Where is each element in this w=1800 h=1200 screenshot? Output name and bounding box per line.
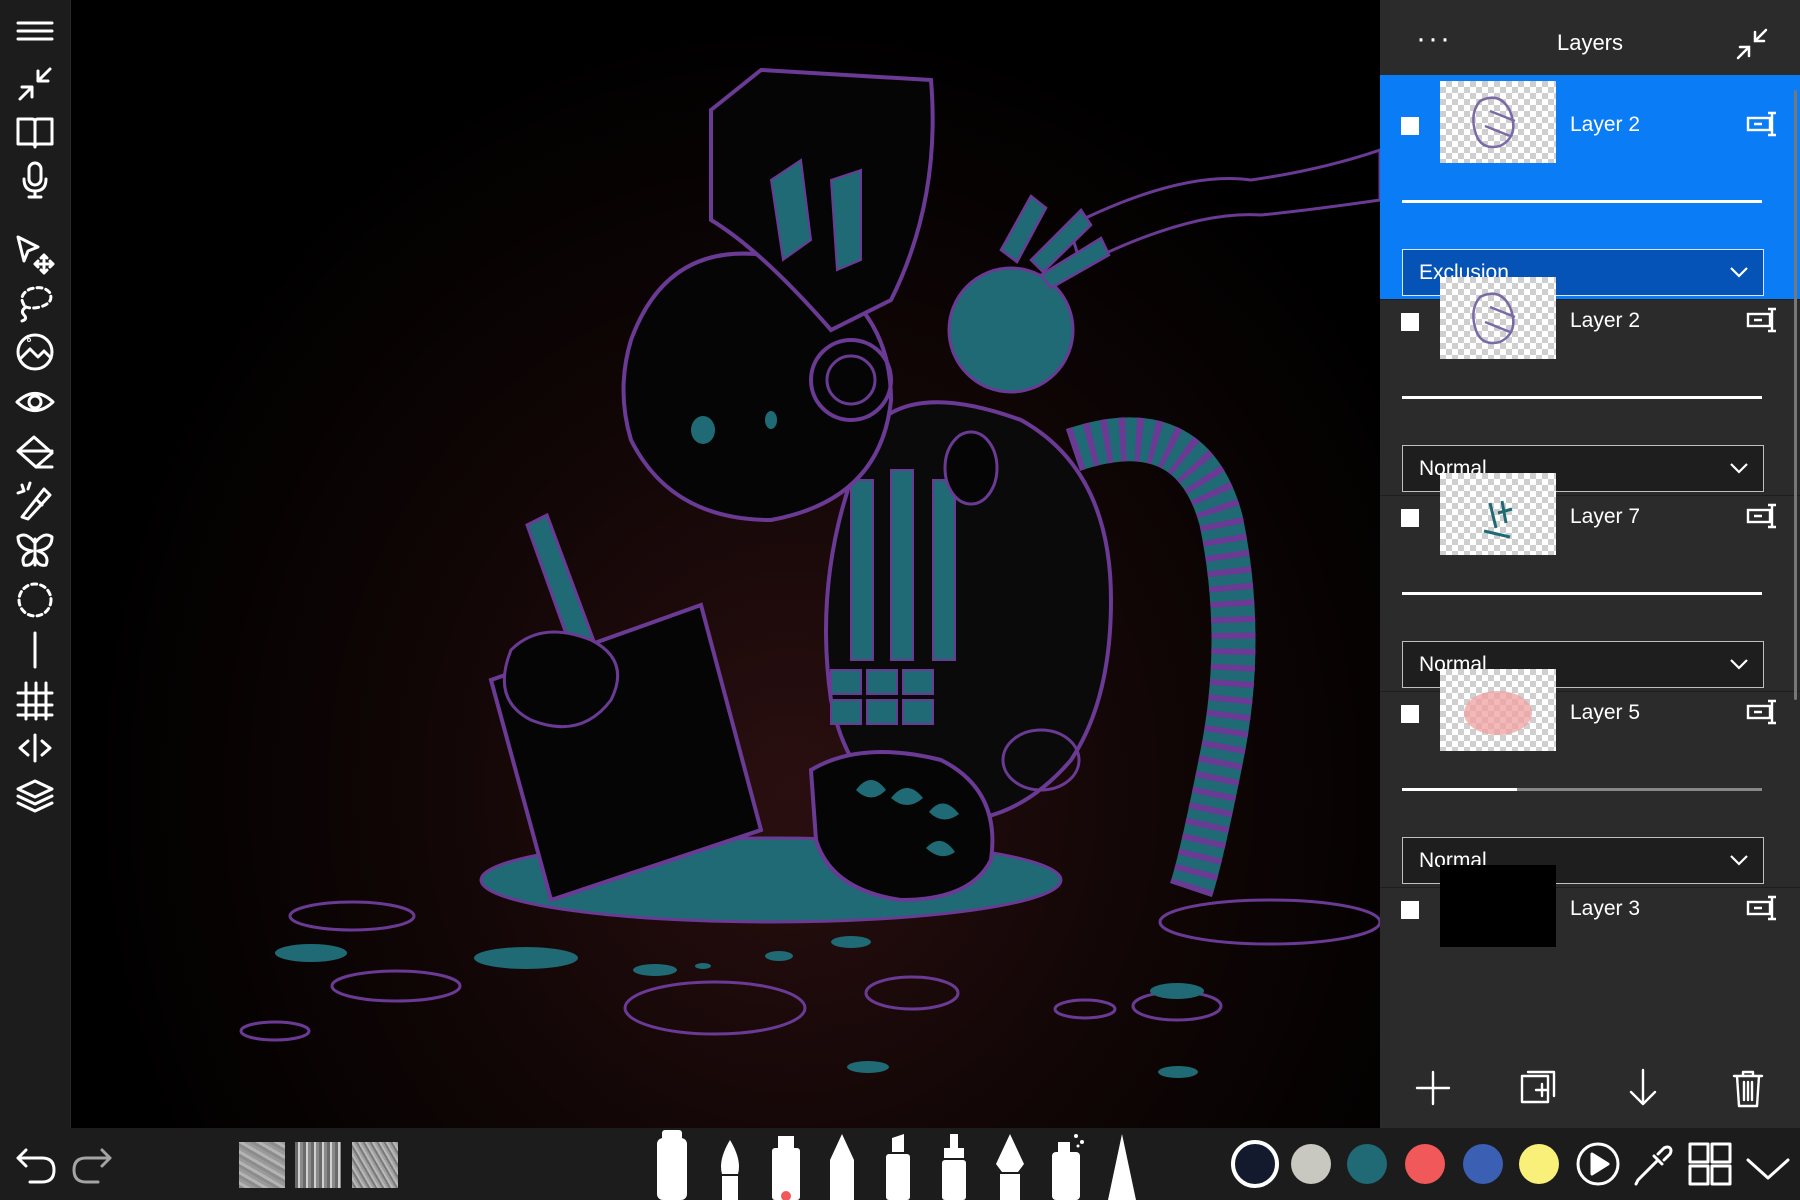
magic-wand-icon[interactable] [11, 476, 59, 524]
layer-opacity-slider[interactable] [1402, 592, 1762, 595]
layers-more-options-button[interactable]: ··· [1416, 22, 1452, 56]
redo-icon[interactable] [68, 1140, 116, 1188]
layer-name: Layer 2 [1570, 309, 1641, 332]
menu-icon[interactable] [11, 10, 59, 58]
robot-artwork [239, 67, 1380, 1078]
eyedropper-icon[interactable] [1630, 1140, 1678, 1188]
line-ruler-icon[interactable] [11, 626, 59, 674]
chevron-down-icon[interactable] [1744, 1140, 1792, 1188]
visibility-eye-icon[interactable] [11, 378, 59, 426]
layer-thumbnail[interactable] [1440, 81, 1556, 163]
image-adjust-icon[interactable] [11, 328, 59, 376]
opacity-fill [1402, 788, 1518, 791]
microphone-icon[interactable] [11, 156, 59, 204]
flip-icon[interactable] [11, 724, 59, 772]
symmetry-butterfly-icon[interactable] [11, 526, 59, 574]
perspective-grid-icon[interactable] [11, 676, 59, 724]
spray-brush[interactable] [1046, 1130, 1086, 1200]
airbrush-cone-brush[interactable] [1102, 1130, 1142, 1200]
layers-icon[interactable] [11, 772, 59, 820]
layer-item[interactable]: Layer 7 Normal [1380, 467, 1800, 692]
layer-name: Layer 3 [1570, 897, 1641, 920]
left-toolbar [0, 0, 71, 1128]
layer-name: Layer 7 [1570, 505, 1641, 528]
layer-options-icon[interactable] [1746, 109, 1780, 139]
texture-preset-2[interactable] [295, 1142, 341, 1188]
layer-thumbnail[interactable] [1440, 669, 1556, 751]
delete-layer-icon[interactable] [1726, 1066, 1770, 1110]
layer-visibility-checkbox[interactable] [1401, 313, 1419, 331]
color-swatch[interactable] [1519, 1144, 1559, 1184]
layer-visibility-checkbox[interactable] [1401, 117, 1419, 135]
layer-thumbnail[interactable] [1440, 277, 1556, 359]
color-play-icon[interactable] [1574, 1140, 1622, 1188]
ellipse-guide-icon[interactable] [11, 576, 59, 624]
layer-opacity-slider[interactable] [1402, 396, 1762, 399]
layer-thumbnail[interactable] [1440, 865, 1556, 947]
paint-tube-brush[interactable] [652, 1130, 692, 1200]
opacity-fill [1402, 396, 1762, 399]
layers-footer [1380, 1048, 1800, 1128]
texture-preset-3[interactable] [352, 1142, 398, 1188]
layer-options-icon[interactable] [1746, 305, 1780, 335]
color-swatch[interactable] [1405, 1144, 1445, 1184]
gallery-book-icon[interactable] [11, 108, 59, 156]
ink-pen-brush[interactable] [990, 1130, 1030, 1200]
layer-opacity-slider[interactable] [1402, 788, 1762, 791]
drawing-canvas[interactable] [71, 0, 1380, 1128]
bottom-toolbar [0, 1128, 1800, 1200]
pencil-brush[interactable] [822, 1130, 862, 1200]
highlighter-brush[interactable] [878, 1130, 918, 1200]
lasso-selection-icon[interactable] [11, 278, 59, 326]
layers-scrollbar[interactable] [1794, 90, 1797, 700]
layer-options-icon[interactable] [1746, 501, 1780, 531]
collapse-panel-icon[interactable] [1732, 24, 1772, 64]
opacity-fill [1402, 592, 1762, 595]
layer-item[interactable]: Layer 2 Exclusion [1380, 75, 1800, 300]
round-brush[interactable] [710, 1130, 750, 1200]
layers-panel-title: Layers [1556, 30, 1624, 55]
layer-opacity-slider[interactable] [1402, 200, 1762, 203]
layer-visibility-checkbox[interactable] [1401, 705, 1419, 723]
color-swatch[interactable] [1347, 1144, 1387, 1184]
layer-options-icon[interactable] [1746, 893, 1780, 923]
layer-visibility-checkbox[interactable] [1401, 901, 1419, 919]
layers-panel-header: ··· Layers [1380, 0, 1800, 86]
collapse-icon[interactable] [11, 60, 59, 108]
layer-thumbnail[interactable] [1440, 473, 1556, 555]
undo-icon[interactable] [12, 1140, 60, 1188]
layer-options-icon[interactable] [1746, 697, 1780, 727]
layers-panel: ··· Layers Layer 2 Exclusion Layer 2 Nor… [1380, 0, 1800, 1128]
duplicate-layer-icon[interactable] [1516, 1066, 1560, 1110]
layer-visibility-checkbox[interactable] [1401, 509, 1419, 527]
fill-bucket-icon[interactable] [11, 428, 59, 476]
layer-item[interactable]: Layer 5 Normal [1380, 663, 1800, 888]
add-layer-icon[interactable] [1411, 1066, 1455, 1110]
color-swatch[interactable] [1291, 1144, 1331, 1184]
color-swatch[interactable] [1463, 1144, 1503, 1184]
marker-brush[interactable] [766, 1130, 806, 1200]
move-transform-icon[interactable] [11, 230, 59, 278]
active-color-swatch[interactable] [1231, 1140, 1279, 1188]
layer-name: Layer 5 [1570, 701, 1641, 724]
merge-down-icon[interactable] [1621, 1066, 1665, 1110]
layer-name: Layer 2 [1570, 113, 1641, 136]
color-grid-icon[interactable] [1686, 1140, 1734, 1188]
texture-preset-1[interactable] [239, 1142, 285, 1188]
opacity-fill [1402, 200, 1762, 203]
layer-item[interactable]: Layer 2 Normal [1380, 271, 1800, 496]
felt-pen-brush[interactable] [934, 1130, 974, 1200]
